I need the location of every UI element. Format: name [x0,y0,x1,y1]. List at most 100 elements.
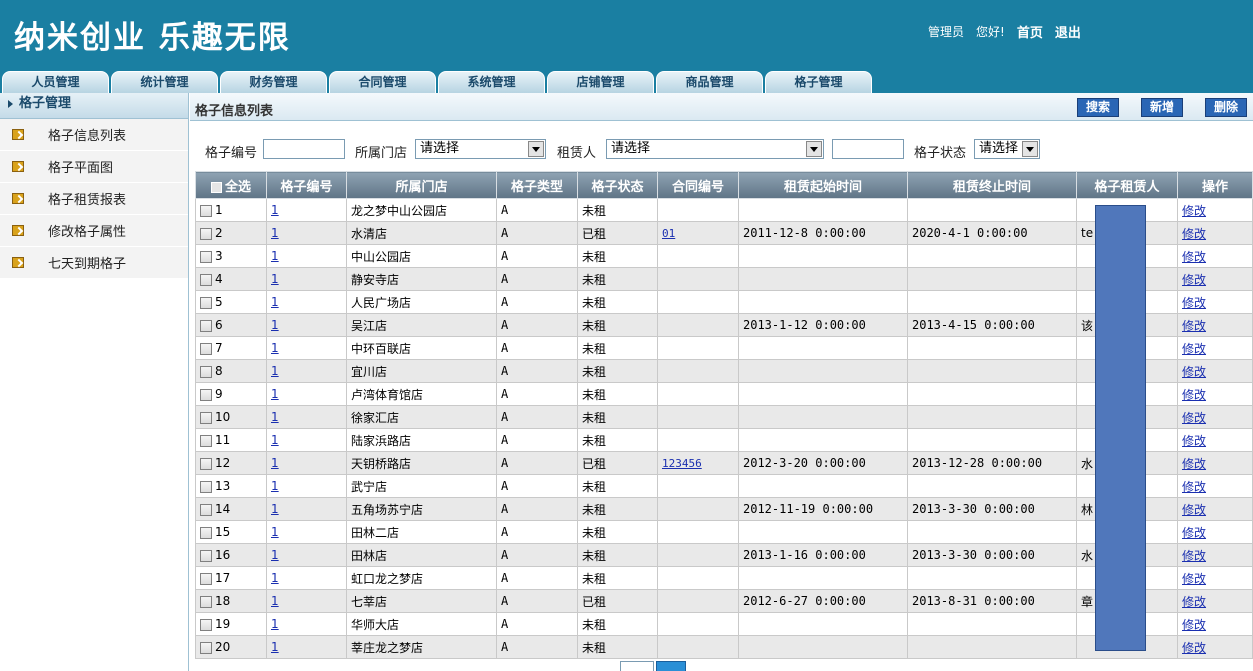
edit-link[interactable]: 修改 [1182,549,1206,563]
row-checkbox[interactable] [200,549,212,562]
sidebar-item-expiring[interactable]: 七天到期格子 [0,247,188,279]
grid-no-input[interactable] [263,139,345,159]
row-checkbox[interactable] [200,480,212,493]
row-checkbox[interactable] [200,273,212,286]
edit-link[interactable]: 修改 [1182,618,1206,632]
row-checkbox[interactable] [200,204,212,217]
tab-personnel[interactable]: 人员管理 [2,71,109,93]
tab-store[interactable]: 店铺管理 [547,71,654,93]
sidebar-item-grid-plan[interactable]: 格子平面图 [0,151,188,183]
edit-link[interactable]: 修改 [1182,342,1206,356]
row-checkbox[interactable] [200,641,212,654]
grid-no-link[interactable]: 1 [271,203,279,217]
edit-link[interactable]: 修改 [1182,411,1206,425]
action-cell: 修改 [1177,382,1253,406]
sidebar-item-grid-list[interactable]: 格子信息列表 [0,119,188,151]
grid-no-link[interactable]: 1 [271,433,279,447]
grid-no-link[interactable]: 1 [271,272,279,286]
page-go-button[interactable] [656,661,686,671]
grid-no-link[interactable]: 1 [271,571,279,585]
row-checkbox[interactable] [200,296,212,309]
grid-no-link[interactable]: 1 [271,594,279,608]
chevron-down-icon[interactable] [528,141,544,157]
grid-no-link[interactable]: 1 [271,525,279,539]
grid-no-link[interactable]: 1 [271,456,279,470]
grid-no-label: 格子编号 [205,146,258,161]
chevron-down-icon[interactable] [806,141,822,157]
row-checkbox[interactable] [200,342,212,355]
edit-link[interactable]: 修改 [1182,388,1206,402]
grid-no-link[interactable]: 1 [271,364,279,378]
grid-no-link[interactable]: 1 [271,502,279,516]
tab-finance[interactable]: 财务管理 [220,71,327,93]
grid-no-link[interactable]: 1 [271,295,279,309]
row-checkbox[interactable] [200,434,212,447]
grid-no-cell: 1 [266,244,347,268]
contract-link[interactable]: 123456 [662,457,702,470]
edit-link[interactable]: 修改 [1182,480,1206,494]
row-checkbox[interactable] [200,227,212,240]
tab-contract[interactable]: 合同管理 [329,71,436,93]
row-checkbox[interactable] [200,595,212,608]
edit-link[interactable]: 修改 [1182,365,1206,379]
edit-link[interactable]: 修改 [1182,204,1206,218]
row-checkbox[interactable] [200,365,212,378]
renter-select[interactable]: 请选择 [606,139,824,159]
edit-link[interactable]: 修改 [1182,227,1206,241]
delete-button[interactable]: 删除 [1205,98,1247,117]
status-cell: 未租 [577,428,658,452]
search-button[interactable]: 搜索 [1077,98,1119,117]
row-checkbox[interactable] [200,250,212,263]
status-select[interactable]: 请选择 [974,139,1040,159]
type-cell: A [496,313,578,337]
grid-no-link[interactable]: 1 [271,640,279,654]
sidebar-item-rent-report[interactable]: 格子租赁报表 [0,183,188,215]
logout-link[interactable]: 退出 [1055,22,1081,41]
type-cell: A [496,589,578,613]
add-button[interactable]: 新增 [1141,98,1183,117]
row-index: 5 [215,295,223,309]
grid-no-link[interactable]: 1 [271,548,279,562]
edit-link[interactable]: 修改 [1182,296,1206,310]
row-checkbox[interactable] [200,503,212,516]
select-all-checkbox[interactable] [210,181,222,193]
grid-no-link[interactable]: 1 [271,226,279,240]
home-link[interactable]: 首页 [1017,22,1043,41]
page-input[interactable] [620,661,654,671]
tab-goods[interactable]: 商品管理 [656,71,763,93]
chevron-down-icon[interactable] [1022,141,1038,157]
edit-link[interactable]: 修改 [1182,273,1206,287]
edit-link[interactable]: 修改 [1182,319,1206,333]
edit-link[interactable]: 修改 [1182,641,1206,655]
row-checkbox[interactable] [200,572,212,585]
row-checkbox[interactable] [200,388,212,401]
grid-no-link[interactable]: 1 [271,410,279,424]
edit-link[interactable]: 修改 [1182,595,1206,609]
tab-statistics[interactable]: 统计管理 [111,71,218,93]
renter-extra-input[interactable] [832,139,904,159]
tab-system[interactable]: 系统管理 [438,71,545,93]
grid-no-link[interactable]: 1 [271,479,279,493]
grid-no-link[interactable]: 1 [271,249,279,263]
col-select-all[interactable]: 全选 [195,171,267,199]
contract-link[interactable]: 01 [662,227,675,240]
row-checkbox[interactable] [200,618,212,631]
grid-no-link[interactable]: 1 [271,617,279,631]
edit-link[interactable]: 修改 [1182,457,1206,471]
sidebar-item-edit-attributes[interactable]: 修改格子属性 [0,215,188,247]
row-checkbox[interactable] [200,457,212,470]
row-checkbox[interactable] [200,526,212,539]
edit-link[interactable]: 修改 [1182,503,1206,517]
store-select[interactable]: 请选择 [415,139,546,159]
row-checkbox[interactable] [200,411,212,424]
edit-link[interactable]: 修改 [1182,250,1206,264]
sidebar-title: 格子管理 [0,93,188,119]
grid-no-link[interactable]: 1 [271,318,279,332]
edit-link[interactable]: 修改 [1182,572,1206,586]
grid-no-link[interactable]: 1 [271,341,279,355]
row-checkbox[interactable] [200,319,212,332]
grid-no-link[interactable]: 1 [271,387,279,401]
tab-grid[interactable]: 格子管理 [765,71,872,93]
edit-link[interactable]: 修改 [1182,434,1206,448]
edit-link[interactable]: 修改 [1182,526,1206,540]
